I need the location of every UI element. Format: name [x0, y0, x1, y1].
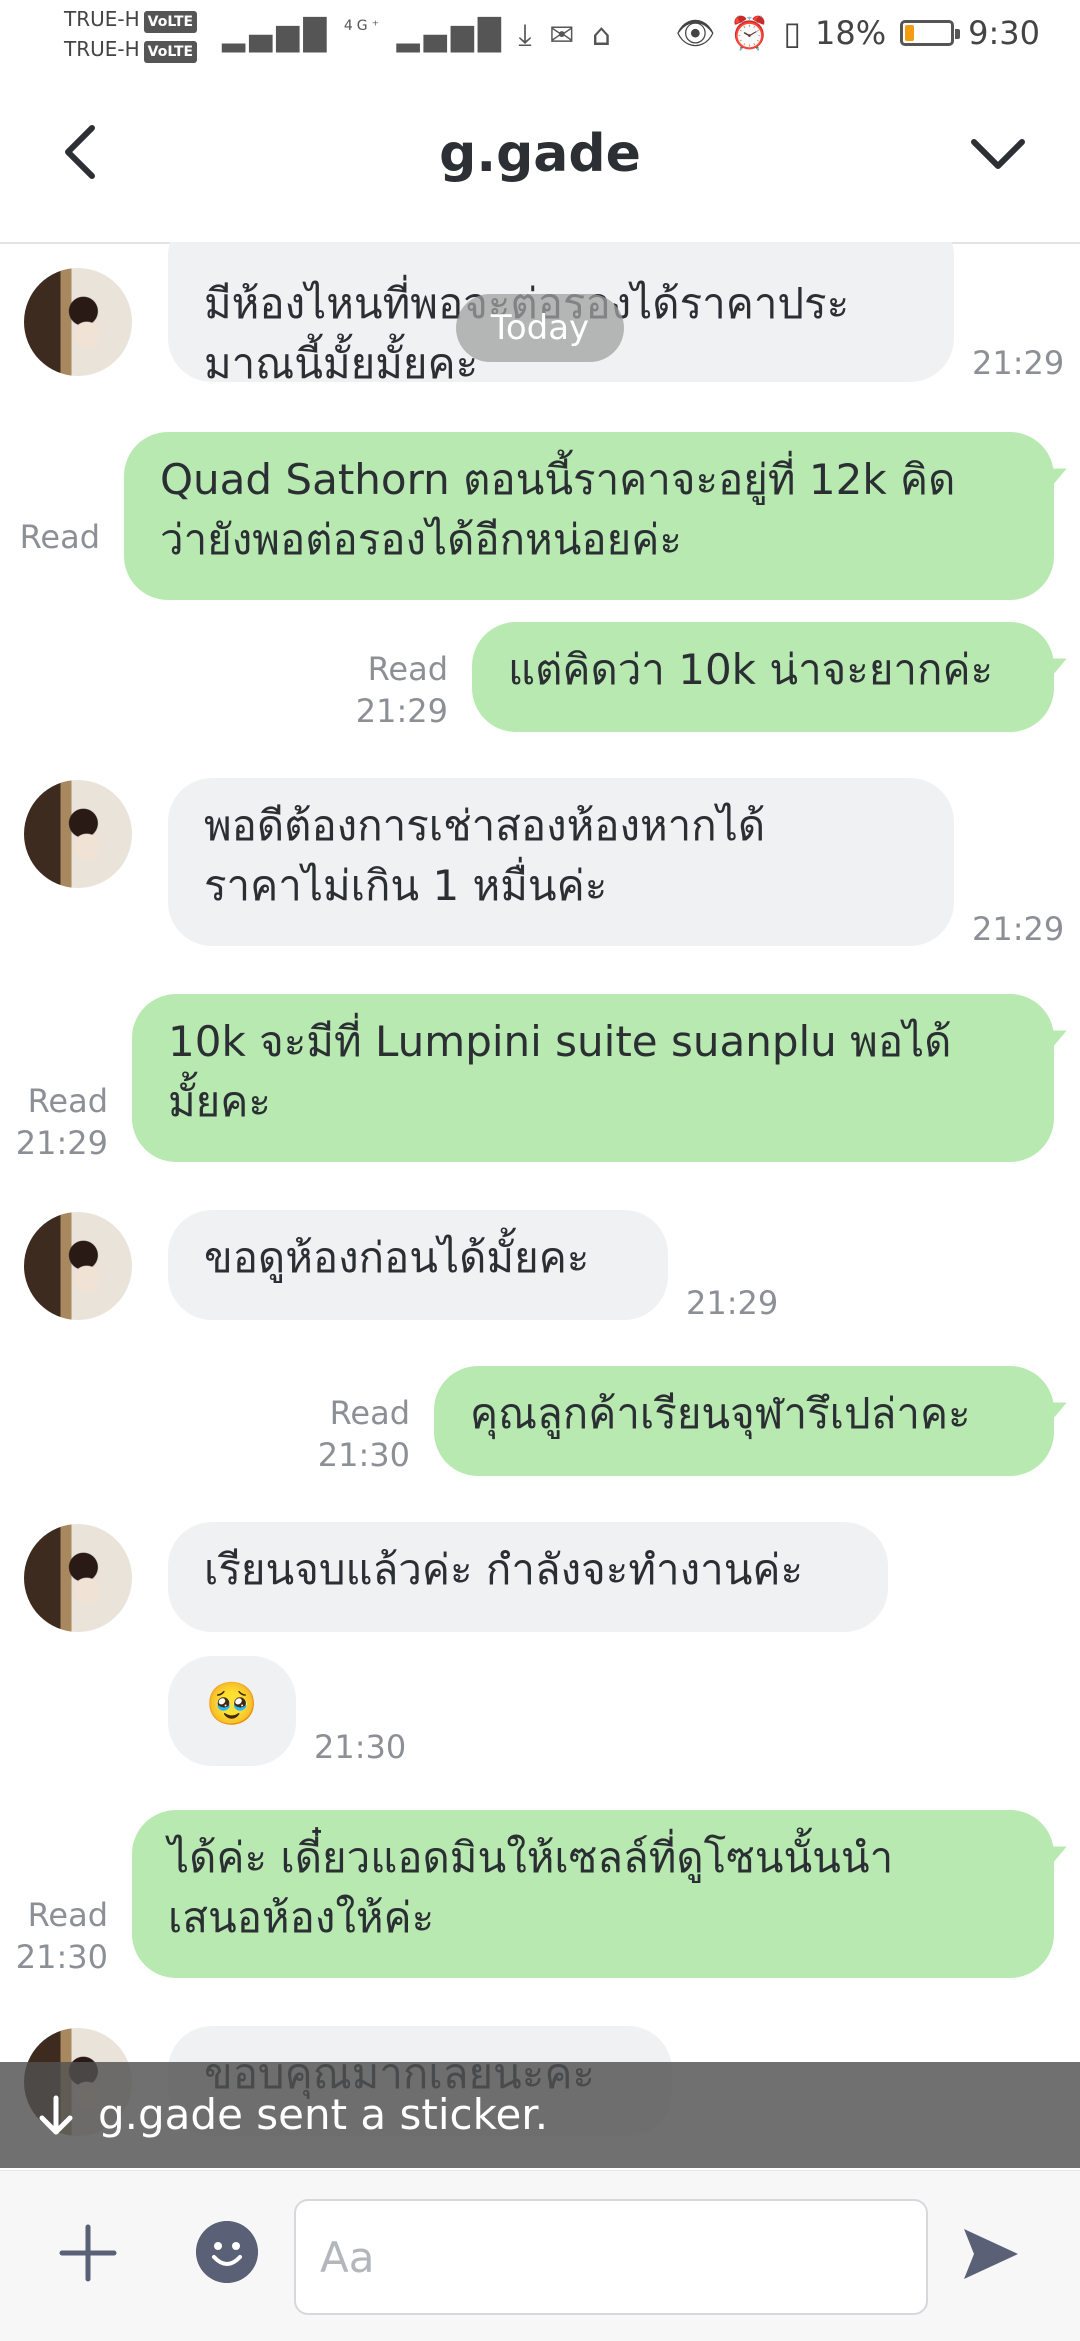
- volte-badge-2: VoLTE: [143, 41, 198, 63]
- battery-fill: [905, 25, 914, 41]
- signal-icon-2: ▂▄▆█: [396, 18, 505, 53]
- volte-badge: VoLTE: [143, 11, 198, 33]
- message-bubble-outgoing[interactable]: แต่คิดว่า 10k น่าจะยากค่ะ: [472, 622, 1054, 732]
- chevron-down-icon[interactable]: [970, 134, 1026, 174]
- signal-icon: ▂▄▆█: [222, 18, 331, 53]
- message-text: แต่คิดว่า 10k น่าจะยากค่ะ: [508, 645, 994, 694]
- banner-text: g.gade sent a sticker.: [98, 2090, 549, 2139]
- message-time: 21:29: [972, 344, 1065, 382]
- message-input[interactable]: [294, 2199, 928, 2315]
- battery-percent: 18%: [815, 14, 887, 52]
- plus-icon[interactable]: [58, 2223, 118, 2283]
- eye-icon: 👁: [674, 14, 716, 52]
- message-time: 21:29: [686, 1284, 779, 1322]
- chat-header: g.gade: [0, 72, 1080, 244]
- vibrate-icon: ▯: [783, 14, 802, 52]
- message-text: เรียนจบแล้วค่ะ กำลังจะทำงานค่ะ: [204, 1545, 804, 1594]
- arrow-down-icon: [39, 2095, 73, 2135]
- message-text: มั้ยคะ: [168, 1077, 271, 1126]
- read-receipt: Read 21:30: [0, 1894, 108, 1978]
- read-receipt: Read: [19, 518, 100, 556]
- message-text: คุณลูกค้าเรียนจุฬารึเปล่าคะ: [470, 1389, 971, 1438]
- message-text: ว่ายังพอต่อรองได้อีกหน่อยค่ะ: [160, 515, 682, 564]
- mail-icon: ✉: [549, 18, 579, 53]
- status-bar: TRUE-H VoLTE TRUE-H VoLTE ▂▄▆█ 4G⁺ ▂▄▆█ ⤓ …: [0, 0, 1080, 72]
- send-icon[interactable]: [960, 2223, 1022, 2285]
- download-icon: ⤓: [518, 18, 536, 53]
- message-bubble-outgoing[interactable]: 10k จะมีที่ Lumpini suite suanplu พอได้ …: [132, 994, 1054, 1162]
- contact-avatar[interactable]: [24, 780, 132, 888]
- message-bubble-outgoing[interactable]: Quad Sathorn ตอนนี้ราคาจะอยู่ที่ 12k คิด…: [124, 432, 1054, 600]
- message-bubble-outgoing[interactable]: คุณลูกค้าเรียนจุฬารึเปล่าคะ: [434, 1366, 1054, 1476]
- message-bubble-incoming[interactable]: เรียนจบแล้วค่ะ กำลังจะทำงานค่ะ: [168, 1522, 888, 1632]
- clock: 9:30: [968, 14, 1040, 52]
- message-text: ได้ค่ะ เดี๋ยวแอดมินให้เซลล์ที่ดูโซนนั้นน…: [168, 1833, 894, 1882]
- message-time: 21:29: [15, 1124, 108, 1162]
- date-separator: Today: [456, 294, 624, 362]
- emoji-icon[interactable]: [196, 2221, 258, 2283]
- emoji-message: 🥹: [205, 1679, 259, 1728]
- read-label: Read: [27, 1896, 108, 1934]
- read-receipt: Read 21:29: [300, 648, 448, 732]
- carrier-2-label: TRUE-H: [64, 37, 140, 61]
- contact-avatar[interactable]: [24, 1212, 132, 1320]
- cast-icon: ⌂: [591, 18, 615, 53]
- read-label: Read: [329, 1394, 410, 1432]
- message-time: 21:30: [314, 1728, 407, 1766]
- read-label: Read: [367, 650, 448, 688]
- network-type: 4G⁺: [343, 18, 383, 34]
- message-input-bar: [0, 2170, 1080, 2341]
- carrier-1-label: TRUE-H: [64, 7, 140, 31]
- message-text: Quad Sathorn ตอนนี้ราคาจะอยู่ที่ 12k คิด: [160, 455, 956, 504]
- new-message-banner[interactable]: g.gade sent a sticker.: [0, 2062, 1080, 2168]
- alarm-icon: ⏰: [729, 14, 770, 52]
- chat-title[interactable]: g.gade: [0, 124, 1080, 184]
- message-text: พอดีต้องการเช่าสองห้องหากได้: [204, 801, 766, 850]
- message-text: ราคาไม่เกิน 1 หมื่นค่ะ: [204, 861, 608, 910]
- message-time: 21:29: [355, 692, 448, 730]
- message-time: 21:29: [972, 910, 1065, 948]
- message-text: เสนอห้องให้ค่ะ: [168, 1893, 435, 1942]
- message-time: 21:30: [15, 1938, 108, 1976]
- message-text: 10k จะมีที่ Lumpini suite suanplu พอได้: [168, 1017, 952, 1066]
- message-bubble-outgoing[interactable]: ได้ค่ะ เดี๋ยวแอดมินให้เซลล์ที่ดูโซนนั้นน…: [132, 1810, 1054, 1978]
- message-bubble-incoming[interactable]: พอดีต้องการเช่าสองห้องหากได้ ราคาไม่เกิน…: [168, 778, 954, 946]
- signal-icons: ▂▄▆█ 4G⁺ ▂▄▆█ ⤓ ✉ ⌂: [222, 18, 615, 53]
- read-receipt: Read 21:30: [260, 1392, 410, 1476]
- message-text: ขอดูห้องก่อนได้มั้ยคะ: [204, 1233, 590, 1282]
- contact-avatar[interactable]: [24, 1524, 132, 1632]
- message-list[interactable]: มีห้องไหนที่พอจะต่อรองได้ราคาประ มาณนี้ม…: [0, 242, 1080, 2172]
- message-time: 21:30: [317, 1436, 410, 1474]
- battery-icon: [900, 20, 961, 46]
- carrier-1: TRUE-H VoLTE: [64, 7, 198, 33]
- read-receipt: Read 21:29: [0, 1080, 108, 1164]
- message-bubble-incoming[interactable]: 🥹: [168, 1656, 296, 1766]
- contact-avatar[interactable]: [24, 268, 132, 376]
- carrier-2: TRUE-H VoLTE: [64, 37, 198, 63]
- message-bubble-incoming[interactable]: ขอดูห้องก่อนได้มั้ยคะ: [168, 1210, 668, 1320]
- status-right: 👁 ⏰ ▯ 18% 9:30: [675, 14, 1040, 52]
- read-label: Read: [27, 1082, 108, 1120]
